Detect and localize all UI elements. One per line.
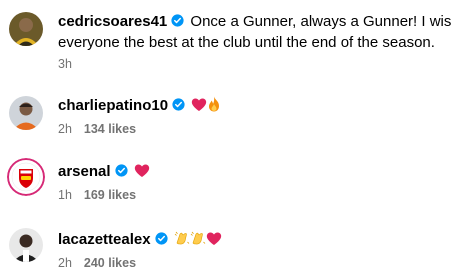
verified-badge-icon	[114, 164, 128, 177]
username[interactable]: lacazettealex	[58, 231, 151, 248]
red-heart-icon	[192, 98, 207, 111]
comment-meta: 3h	[58, 57, 72, 71]
avatar[interactable]	[9, 96, 43, 130]
clapping-hands-icon	[174, 231, 190, 245]
red-heart-icon	[134, 164, 149, 177]
comment-body-line2: everyone the best at the club until the …	[58, 34, 435, 51]
avatar[interactable]	[9, 12, 43, 46]
likes-count[interactable]: 240 likes	[84, 256, 136, 270]
comment-text: lacazettealex	[58, 229, 222, 250]
avatar[interactable]	[7, 158, 45, 196]
fire-icon	[209, 96, 220, 112]
username[interactable]: cedricsoares41	[58, 13, 167, 30]
timestamp[interactable]: 1h	[58, 188, 72, 202]
username[interactable]: charliepatino10	[58, 97, 168, 114]
username[interactable]: arsenal	[58, 163, 111, 180]
timestamp[interactable]: 2h	[58, 122, 72, 136]
comment-meta: 1h 169 likes	[58, 188, 136, 202]
comment-text: cedricsoares41 Once a Gunner, always a G…	[58, 11, 451, 32]
comment-text: charliepatino10	[58, 95, 221, 116]
timestamp[interactable]: 3h	[58, 57, 72, 71]
comment-text: arsenal	[58, 161, 150, 182]
verified-badge-icon	[171, 14, 184, 27]
comment-cedricsoares41: cedricsoares41 Once a Gunner, always a G…	[0, 0, 451, 80]
timestamp[interactable]: 2h	[58, 256, 72, 270]
comment-body-line1: Once a Gunner, always a Gunner! I wish	[190, 13, 451, 30]
red-heart-icon	[206, 232, 221, 245]
comment-meta: 2h 134 likes	[58, 122, 136, 136]
verified-badge-icon	[154, 232, 168, 245]
comment-meta: 2h 240 likes	[58, 256, 136, 270]
comment-arsenal: arsenal 1h 169 likes	[0, 152, 451, 206]
clapping-hands-icon	[190, 231, 206, 245]
avatar[interactable]	[9, 228, 43, 262]
likes-count[interactable]: 134 likes	[84, 122, 136, 136]
verified-badge-icon	[172, 98, 185, 111]
comment-charliepatino10: charliepatino10 2h 134 likes	[0, 86, 451, 140]
likes-count[interactable]: 169 likes	[84, 188, 136, 202]
comment-lacazettealex: lacazettealex 2h 240 likes	[0, 220, 451, 276]
